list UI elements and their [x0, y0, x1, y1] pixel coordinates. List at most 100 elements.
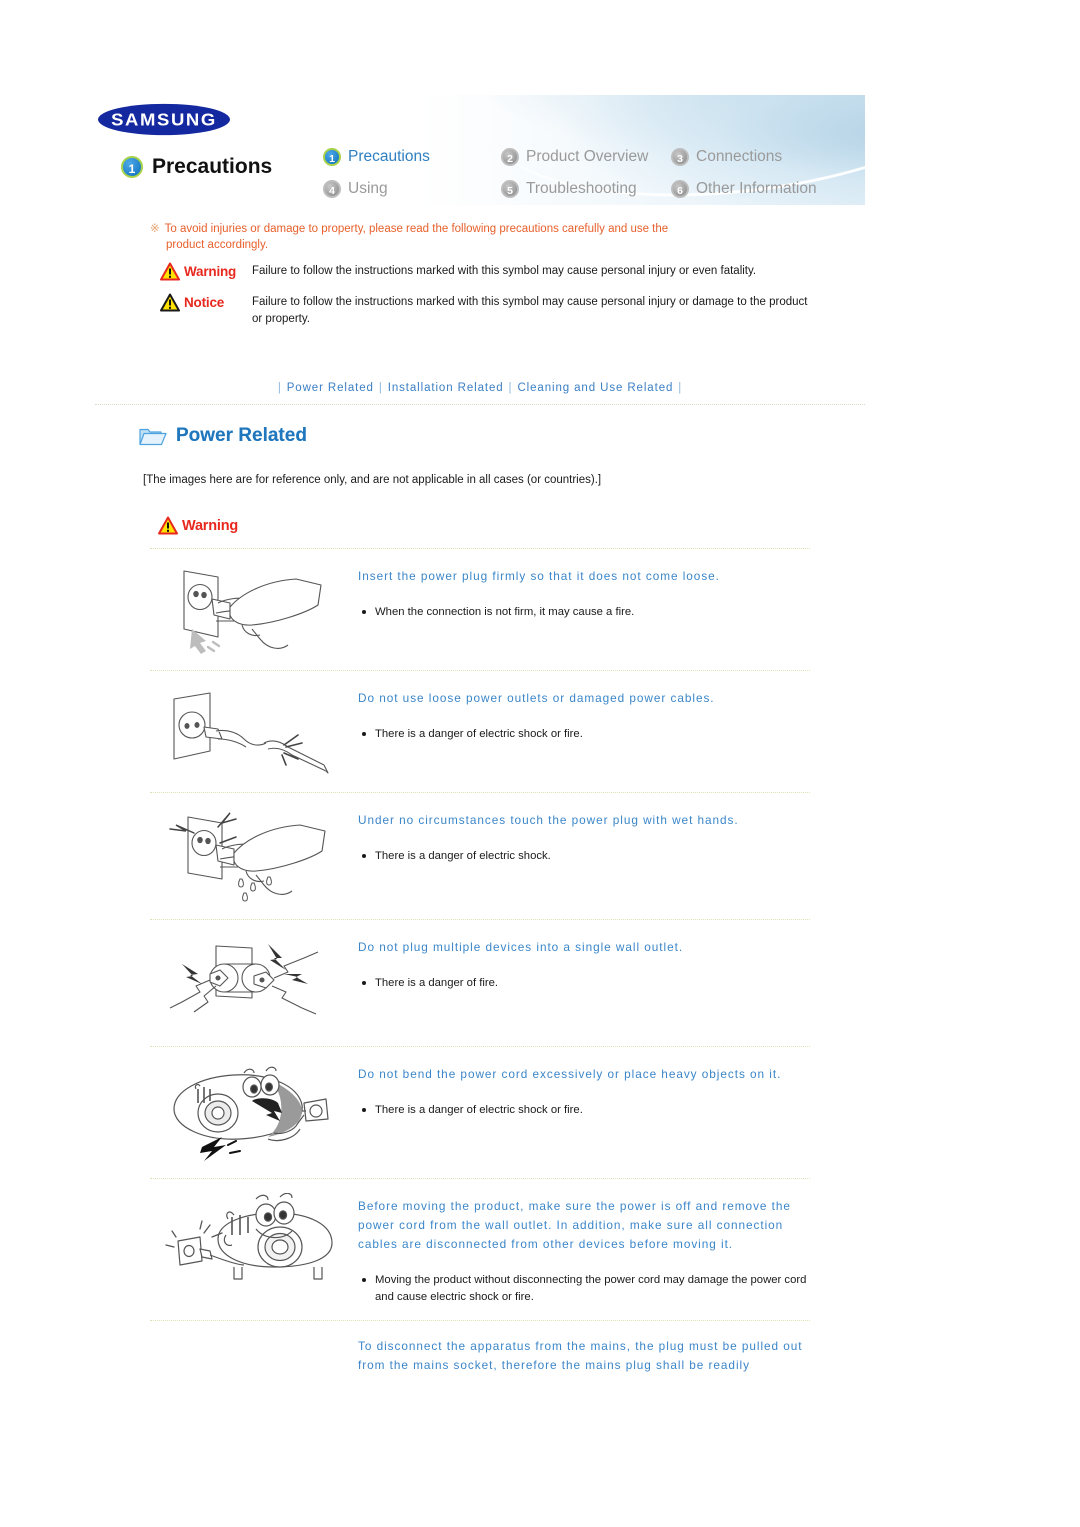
- item-bullet-list: Moving the product without disconnecting…: [358, 1272, 810, 1306]
- page-header-banner: SAMSUNG 1 Precautions 1 Precautions 2 Pr…: [95, 95, 865, 205]
- header-navigation: 1 Precautions 2 Product Overview 3 Conne…: [323, 141, 863, 205]
- item-illustration: [150, 934, 350, 1034]
- damaged-cable-outlet-icon: [173, 692, 329, 774]
- subnav-separator-0: |: [277, 382, 282, 394]
- item-content: Do not bend the power cord excessively o…: [350, 1061, 810, 1121]
- nav-label-precautions: Precautions: [348, 148, 430, 165]
- samsung-logo: SAMSUNG: [98, 103, 230, 136]
- precaution-item: To disconnect the apparatus from the mai…: [150, 1321, 810, 1381]
- precaution-item: Do not bend the power cord excessively o…: [150, 1047, 810, 1178]
- nav-item-product-overview[interactable]: 2 Product Overview: [501, 148, 671, 166]
- intro-note-line2: product accordingly.: [166, 239, 269, 251]
- item-content: Do not plug multiple devices into a sing…: [350, 934, 810, 994]
- nav-item-using[interactable]: 4 Using: [323, 180, 501, 198]
- item-content: Before moving the product, make sure the…: [350, 1193, 810, 1308]
- precaution-item: Do not use loose power outlets or damage…: [150, 671, 810, 792]
- item-bullet: There is a danger of electric shock or f…: [358, 1102, 810, 1119]
- nav-number-badge-6: 6: [671, 180, 689, 198]
- item-bullet-list: There is a danger of electric shock or f…: [358, 726, 810, 743]
- item-illustration: [150, 1061, 350, 1166]
- notice-description: Failure to follow the instructions marke…: [252, 296, 808, 325]
- nav-item-connections[interactable]: 3 Connections: [671, 148, 851, 166]
- item-bullet: There is a danger of fire.: [358, 975, 810, 992]
- item-bullet: There is a danger of electric shock.: [358, 848, 810, 865]
- nav-item-other-information[interactable]: 6 Other Information: [671, 180, 851, 198]
- item-title: Insert the power plug firmly so that it …: [358, 569, 720, 583]
- precaution-item: Insert the power plug firmly so that it …: [150, 549, 810, 670]
- reference-mark-icon: ※: [150, 223, 160, 235]
- subnav-separator-1: |: [378, 382, 383, 394]
- multiple-plugs-outlet-icon: [169, 944, 319, 1015]
- page-number-badge: 1: [121, 156, 143, 178]
- legend-row-notice: Notice Failure to follow the instruction…: [160, 292, 820, 328]
- item-bullet-list: There is a danger of electric shock or f…: [358, 1102, 810, 1119]
- legend-row-warning: Warning Failure to follow the instructio…: [160, 261, 820, 281]
- nav-item-troubleshooting[interactable]: 5 Troubleshooting: [501, 180, 671, 198]
- item-illustration: [150, 807, 350, 907]
- section-warning-label: Warning: [182, 517, 239, 534]
- reference-note: [The images here are for reference only,…: [143, 474, 602, 486]
- warning-triangle-icon: [160, 262, 180, 281]
- notice-badge: Notice: [160, 292, 252, 312]
- warning-badge-label: Warning: [184, 264, 237, 279]
- intro-note: ※ To avoid injuries or damage to property…: [150, 221, 800, 253]
- page-title-group: 1 Precautions: [121, 155, 272, 179]
- projector-unplug-move-icon: [165, 1193, 333, 1280]
- warning-triangle-icon: [158, 516, 178, 535]
- wet-hand-plug-icon: [169, 812, 326, 902]
- item-bullet-list: There is a danger of electric shock.: [358, 848, 810, 865]
- nav-number-badge-3: 3: [671, 148, 689, 166]
- item-title: To disconnect the apparatus from the mai…: [358, 1339, 803, 1372]
- warning-badge: Warning: [160, 261, 252, 281]
- warning-description: Failure to follow the instructions marke…: [252, 265, 757, 277]
- nav-label-product-overview: Product Overview: [526, 148, 649, 165]
- subnav-link-installation-related[interactable]: Installation Related: [388, 382, 504, 394]
- intro-note-line1: To avoid injuries or damage to property,…: [164, 223, 669, 235]
- precaution-item: Before moving the product, make sure the…: [150, 1179, 810, 1320]
- legend-block: Warning Failure to follow the instructio…: [160, 261, 820, 339]
- item-illustration: [150, 685, 350, 780]
- subnav-separator-3: |: [678, 382, 683, 394]
- sub-navigation: | Power Related | Installation Related | Clea…: [95, 382, 865, 394]
- section-heading-power-related: Power Related: [138, 424, 307, 448]
- item-content: Do not use loose power outlets or damage…: [350, 685, 810, 745]
- item-title: Do not use loose power outlets or damage…: [358, 691, 715, 705]
- item-title: Before moving the product, make sure the…: [358, 1199, 791, 1251]
- nav-label-using: Using: [348, 180, 388, 197]
- subnav-divider: [95, 404, 865, 405]
- notice-triangle-icon: [160, 293, 180, 312]
- precaution-items-list: Insert the power plug firmly so that it …: [150, 548, 810, 1381]
- section-heading-label: Power Related: [176, 425, 307, 446]
- subnav-link-cleaning-and-use-related[interactable]: Cleaning and Use Related: [517, 382, 673, 394]
- plug-insert-hand-icon: [183, 570, 322, 654]
- precaution-item: Do not plug multiple devices into a sing…: [150, 920, 810, 1046]
- item-bullet-list: When the connection is not firm, it may …: [358, 604, 810, 621]
- item-bullet: Moving the product without disconnecting…: [358, 1272, 810, 1306]
- page-title: Precautions: [152, 155, 273, 178]
- nav-label-troubleshooting: Troubleshooting: [526, 180, 637, 197]
- item-illustration: [150, 1193, 350, 1298]
- item-title: Do not bend the power cord excessively o…: [358, 1067, 782, 1081]
- folder-icon: [139, 428, 167, 446]
- subnav-separator-2: |: [508, 382, 513, 394]
- item-content: Under no circumstances touch the power p…: [350, 807, 810, 867]
- nav-number-badge-4: 4: [323, 180, 341, 198]
- nav-label-other-information: Other Information: [696, 180, 817, 197]
- item-bullet: When the connection is not firm, it may …: [358, 604, 810, 621]
- item-title: Under no circumstances touch the power p…: [358, 813, 739, 827]
- item-title: Do not plug multiple devices into a sing…: [358, 940, 684, 954]
- projector-bent-cord-icon: [173, 1066, 329, 1161]
- precaution-item: Under no circumstances touch the power p…: [150, 793, 810, 919]
- item-bullet-list: There is a danger of fire.: [358, 975, 810, 992]
- item-illustration: [150, 563, 350, 658]
- nav-label-connections: Connections: [696, 148, 783, 165]
- item-bullet: There is a danger of electric shock or f…: [358, 726, 810, 743]
- subnav-link-power-related[interactable]: Power Related: [287, 382, 374, 394]
- nav-number-badge-1: 1: [323, 148, 341, 166]
- nav-item-precautions[interactable]: 1 Precautions: [323, 148, 501, 166]
- nav-number-badge-2: 2: [501, 148, 519, 166]
- item-content: Insert the power plug firmly so that it …: [350, 563, 810, 623]
- notice-badge-label: Notice: [184, 295, 225, 310]
- nav-number-badge-5: 5: [501, 180, 519, 198]
- item-content: To disconnect the apparatus from the mai…: [350, 1335, 810, 1375]
